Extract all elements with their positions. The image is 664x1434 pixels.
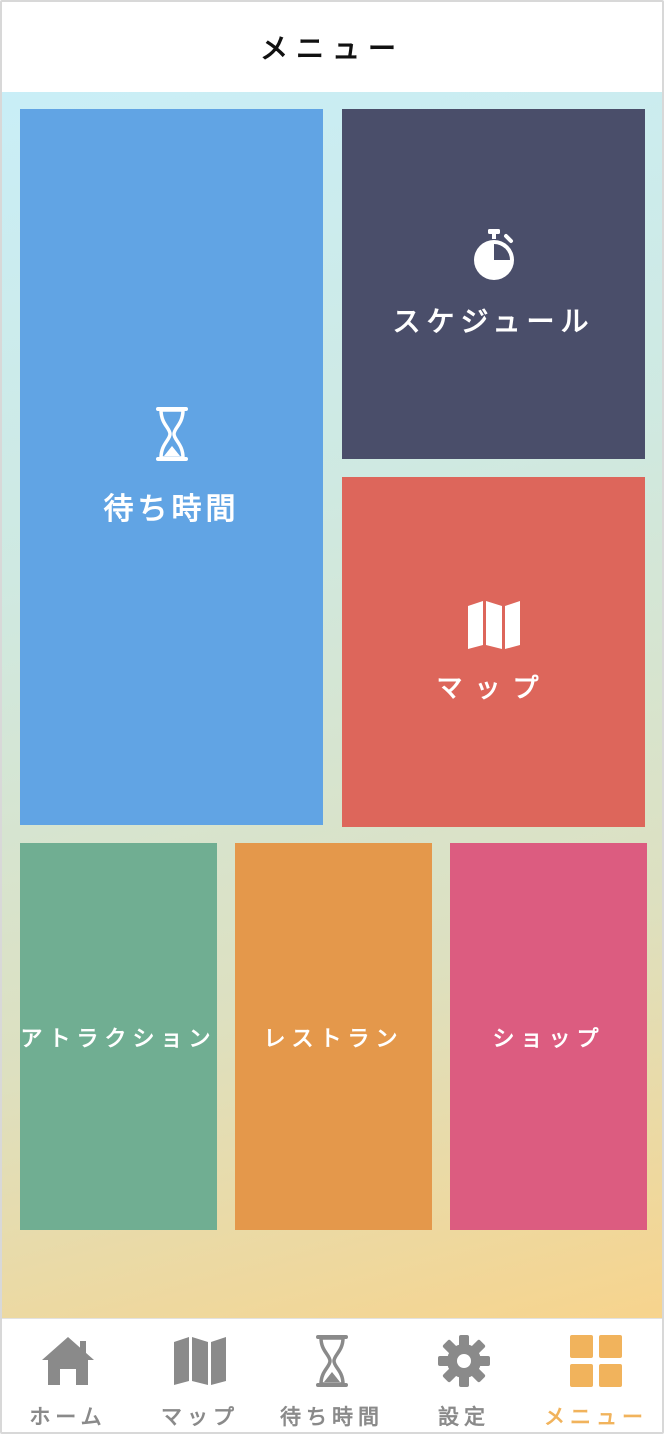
shop-label: ショップ: [492, 1026, 605, 1052]
tab-map[interactable]: マップ: [134, 1319, 266, 1432]
page-title: メニュー: [259, 32, 404, 65]
gear-icon: [434, 1331, 494, 1391]
attraction-label: アトラクション: [20, 1026, 217, 1052]
tab-settings-label: 設定: [438, 1405, 490, 1429]
schedule-tile[interactable]: スケジュール: [342, 109, 645, 459]
tab-map-label: マップ: [161, 1405, 239, 1429]
home-icon: [38, 1331, 98, 1391]
app-frame: メニュー 待ち時間 スケジュール マップ アトラクション レストラン ショップ …: [0, 0, 664, 1434]
stopwatch-icon: [470, 228, 518, 282]
hourglass-icon: [154, 406, 190, 462]
schedule-label: スケジュール: [392, 305, 595, 338]
tab-menu-label: メニュー: [544, 1405, 648, 1429]
shop-tile[interactable]: ショップ: [450, 843, 647, 1230]
menu-grid: 待ち時間 スケジュール マップ アトラクション レストラン ショップ: [2, 92, 662, 1318]
map-label: マップ: [436, 673, 551, 704]
tab-wait-label: 待ち時間: [280, 1405, 384, 1429]
tab-home[interactable]: ホーム: [2, 1319, 134, 1432]
tab-settings[interactable]: 設定: [398, 1319, 530, 1432]
header: メニュー: [2, 2, 662, 92]
attraction-tile[interactable]: アトラクション: [20, 843, 217, 1230]
map-icon: [170, 1331, 230, 1391]
wait-times-label: 待ち時間: [103, 492, 240, 527]
hourglass-icon: [302, 1331, 362, 1391]
map-tile[interactable]: マップ: [342, 477, 645, 827]
tab-wait[interactable]: 待ち時間: [266, 1319, 398, 1432]
restaurant-label: レストラン: [263, 1026, 404, 1052]
map-icon: [466, 600, 522, 650]
tab-home-label: ホーム: [29, 1405, 107, 1429]
wait-times-tile[interactable]: 待ち時間: [20, 109, 323, 825]
tab-menu[interactable]: メニュー: [530, 1319, 662, 1432]
tab-bar: ホーム マップ 待ち時間 設定 メニュー: [2, 1318, 662, 1432]
grid-icon: [566, 1331, 626, 1391]
restaurant-tile[interactable]: レストラン: [235, 843, 432, 1230]
